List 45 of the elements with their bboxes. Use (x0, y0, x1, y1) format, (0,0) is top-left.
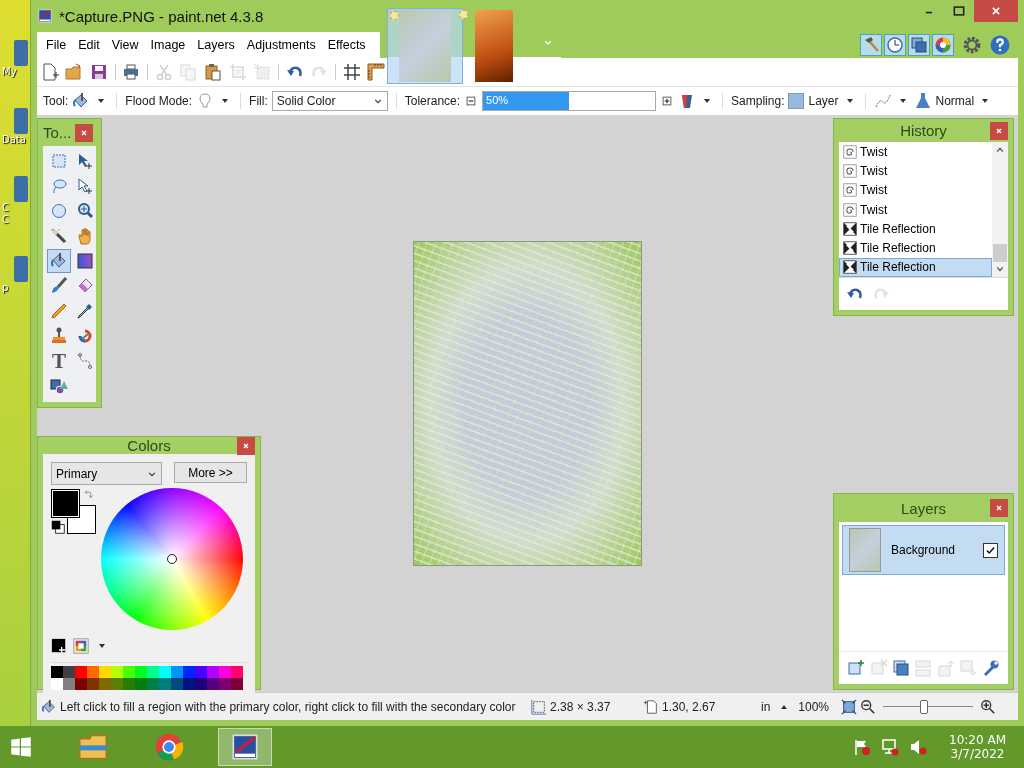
units-dropdown[interactable]: in (761, 699, 771, 714)
panel-title: Colors (127, 437, 171, 454)
text-tool[interactable]: T (47, 349, 71, 373)
zoom-level[interactable]: 100% (798, 699, 839, 714)
history-item-label: Twist (860, 202, 888, 217)
fill-label: Fill: (249, 94, 268, 108)
history-item-label: Twist (860, 144, 888, 159)
color-mode-dropdown[interactable]: Primary (51, 462, 162, 485)
history-item-label: Twist (860, 163, 888, 178)
status-hint: Left click to fill a region with the primary color, right click to fill with the secondary color (60, 699, 517, 714)
history-item-label: Tile Reflection (860, 260, 936, 275)
menu-item[interactable]: File (40, 38, 73, 52)
tolerance-label: Tolerance: (404, 94, 461, 108)
history-item-label: Twist (860, 183, 888, 198)
history-item[interactable]: Twist (839, 142, 992, 162)
more-button[interactable]: More >> (174, 462, 247, 483)
panel-title: History (900, 122, 947, 139)
history-item[interactable]: Twist (839, 161, 992, 181)
history-item-label: Tile Reflection (860, 221, 936, 236)
sampling-label: Sampling: (731, 94, 785, 108)
tool-label: Tool: (43, 94, 69, 108)
sampling-value[interactable]: Layer (808, 94, 839, 108)
layer-row[interactable]: Background (842, 525, 1005, 575)
history-item[interactable]: Twist (839, 180, 992, 200)
layer-name: Background (891, 543, 957, 557)
history-item-label: Tile Reflection (860, 241, 936, 256)
menu-item[interactable]: Image (144, 38, 192, 52)
flood-mode-label: Flood Mode: (125, 94, 193, 108)
menu-item[interactable]: Effects (321, 38, 372, 52)
history-item[interactable]: Tile Reflection (839, 257, 992, 277)
blend-mode-value[interactable]: Normal (935, 94, 975, 108)
cursor-position: 1.30, 2.67 (662, 699, 717, 714)
tolerance-value: 50% (486, 94, 509, 106)
window-title: *Capture.PNG - paint.net 4.3.8 (59, 7, 264, 25)
fill-dropdown[interactable]: Solid Color (271, 91, 388, 111)
history-item[interactable]: Twist (839, 199, 992, 220)
menu-item[interactable]: View (105, 38, 145, 52)
image-size: 2.38 × 3.37 (550, 699, 612, 714)
menu-item[interactable]: Adjustments (240, 38, 322, 52)
panel-title: Layers (901, 499, 946, 517)
history-item[interactable]: Tile Reflection (839, 238, 992, 258)
menu-item[interactable]: Layers (191, 38, 241, 52)
menu-item[interactable]: Edit (72, 38, 106, 52)
panel-title: To... (43, 124, 72, 141)
history-item[interactable]: Tile Reflection (839, 219, 992, 239)
